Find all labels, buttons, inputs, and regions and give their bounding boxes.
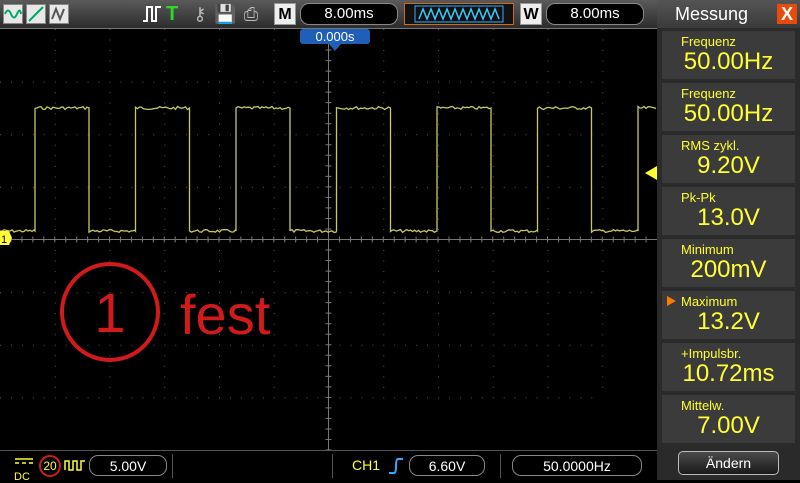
measurement-item[interactable]: Frequenz 50.00Hz [662,31,795,79]
ramp-icon[interactable] [26,4,46,24]
measurement-item[interactable]: Minimum 200mV [662,239,795,287]
measurement-value: 7.00V [697,412,760,439]
bandwidth-icon [64,458,86,472]
measurement-label: Frequenz [681,86,736,101]
ch1-scale-display[interactable]: 5.00V [89,455,167,476]
measurement-label: Frequenz [681,34,736,49]
divider [332,454,333,478]
measurement-label: Minimum [681,242,734,257]
measurement-value: 50.00Hz [683,100,774,127]
waveform-position-bar[interactable] [404,3,514,25]
probe-ratio-indicator: 20 [39,455,61,477]
trigger-source-label: CH1 [352,457,381,473]
rising-edge-icon [388,456,404,476]
measurement-value: 13.2V [697,308,760,335]
trigger-level-marker [645,166,657,180]
change-button[interactable]: Ändern [678,451,779,475]
waveform-display: 1 0.000s 1 fest [0,28,657,451]
measurement-item[interactable]: +Impulsbr. 10.72ms [662,343,795,391]
measurement-value: 10.72ms [682,360,775,387]
divider [172,454,173,478]
oscilloscope-screen[interactable]: 1 0.000s 1 fest [0,28,657,451]
save-icon[interactable]: 💾 [214,3,236,25]
annotation-number: 1 [94,281,125,344]
measurement-panel: Messung X Frequenz 50.00Hz Frequenz 50.0… [657,0,800,480]
measurement-label: Mittelw. [681,398,725,413]
bottom-status-bar: DC 20 5.00V CH1 6.60V 50.0000Hz [0,450,657,483]
panel-header: Messung X [657,0,800,28]
measurement-item-selected[interactable]: Maximum 13.2V [662,291,795,339]
trigger-edge-icon[interactable] [142,3,162,25]
measurement-value: 200mV [690,256,767,283]
close-button[interactable]: X [777,4,797,24]
measurement-label: RMS zykl. [681,138,740,153]
measurement-label: Pk-Pk [681,190,716,205]
measurement-label: +Impulsbr. [681,346,742,361]
top-toolbar: T ⚷ 💾 ⎙ M 8.00ms W 8.00ms [0,0,657,29]
timebase-display[interactable]: 8.00ms [300,3,398,25]
window-timebase-display[interactable]: 8.00ms [546,3,644,25]
trigger-mode-indicator: T [166,3,179,25]
measurement-label: Maximum [681,294,738,309]
measurement-item[interactable]: Pk-Pk 13.0V [662,187,795,235]
mode-m-button[interactable]: M [274,3,296,25]
measurement-item[interactable]: RMS zykl. 9.20V [662,135,795,183]
trigger-level-display[interactable]: 6.60V [409,455,485,476]
measurement-item[interactable]: Mittelw. 7.00V [662,395,795,443]
center-crosshair [0,28,657,451]
divider [500,454,501,478]
selection-arrow-icon [667,296,676,306]
mode-w-button[interactable]: W [520,3,542,25]
trigger-frequency-display: 50.0000Hz [512,455,642,476]
panel-title: Messung [675,4,749,24]
trigger-offset-label: 0.000s [315,29,355,44]
key-icon: ⚷ [193,4,207,24]
ch1-marker-label: 1 [1,234,7,246]
pulse-icon[interactable] [49,4,69,24]
measurement-value: 13.0V [697,204,760,231]
waveform-icon[interactable] [3,4,23,24]
measurement-item[interactable]: Frequenz 50.00Hz [662,83,795,131]
measurement-value: 50.00Hz [683,48,774,75]
annotation-text: fest [180,283,271,346]
grid-dots [0,29,604,399]
graticule [0,28,657,451]
measurement-value: 9.20V [697,152,760,179]
dc-coupling-indicator: DC [14,453,34,483]
coupling-label: DC [14,471,30,483]
print-icon[interactable]: ⎙ [240,3,262,25]
